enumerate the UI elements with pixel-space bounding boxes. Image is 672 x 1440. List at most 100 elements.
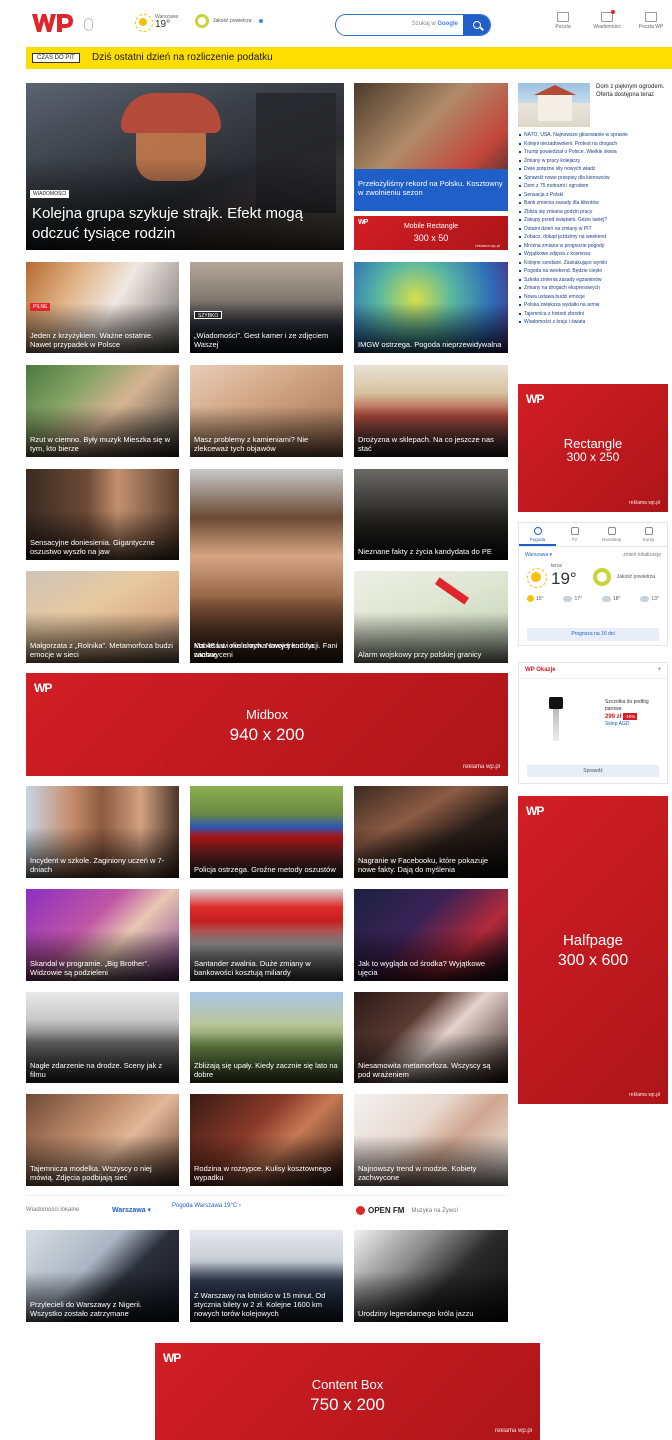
shop-next-button[interactable]: +	[657, 667, 661, 678]
ad-logo: WP	[526, 804, 544, 818]
sun-icon	[527, 567, 547, 588]
article-tile[interactable]: Przełożyliśmy rekord na Polsku. Kosztown…	[354, 83, 508, 211]
article-tile[interactable]: Nieznane fakty z życia kandydata do PE	[354, 469, 508, 560]
shop-widget: WP Okazje + Szczotka do podłóg parowa 29…	[518, 662, 668, 784]
article-tile[interactable]: Tajemnicza modelka. Wszyscy o niej mówią…	[26, 1094, 179, 1186]
article-tile[interactable]: Urodziny legendarnego króla jazzu	[354, 1230, 508, 1322]
news-list-item[interactable]: Zmiany na drogach ekspresowych	[518, 284, 668, 293]
article-tile[interactable]: Nagłe zdarzenie na drodze. Sceny jak z f…	[26, 992, 179, 1083]
header-link-news[interactable]: Wiadomości	[590, 10, 624, 30]
tab-horoscope[interactable]: Horoskop	[593, 523, 630, 546]
forecast-item: 13°	[640, 595, 659, 602]
news-list-item[interactable]: Zakupy przed świętami. Gdzie taniej?	[518, 216, 668, 225]
article-tile[interactable]: Masz problemy z kamieniami? Nie zlekcewa…	[190, 365, 343, 457]
change-location-link[interactable]: zmień lokalizację	[623, 552, 661, 558]
hero-article[interactable]: WIADOMOŚCI Kolejna grupa szykuje strajk.…	[26, 83, 344, 250]
forecast-row: 15° 17° 18° 13°	[519, 589, 667, 602]
news-list-item[interactable]: NATO, USA. Najnowsze głosowanie w sprawi…	[518, 131, 668, 140]
mobile-ad[interactable]: WP Mobile Rectangle 300 x 50 reklama wp.…	[354, 216, 508, 250]
article-tile[interactable]: Rodzina w rozsypce. Kulisy kosztownego w…	[190, 1094, 343, 1186]
sun-icon	[135, 14, 153, 32]
tab-rates[interactable]: Kursy	[630, 523, 667, 546]
article-tile[interactable]: Kobieta w okularach. Nowy trend na wiosn…	[190, 469, 343, 663]
news-list-item[interactable]: Sprawdź nowe przepisy dla kierowców	[518, 174, 668, 183]
news-list: NATO, USA. Najnowsze głosowanie w sprawi…	[518, 131, 668, 327]
location-selector[interactable]: Warszawa ▾	[525, 552, 552, 558]
city-selector[interactable]: Warszawa ▾	[112, 1206, 151, 1214]
news-list-item[interactable]: Bank zmienia zasady dla klientów	[518, 199, 668, 208]
midbox-ad[interactable]: WP Midbox 940 x 200 reklama wp.pl	[26, 673, 508, 776]
article-tile[interactable]: Najnowszy trend w modzie. Kobiety zachwy…	[354, 1094, 508, 1186]
article-tile[interactable]: Policja ostrzega. Groźne metody oszustów	[190, 786, 343, 878]
header-air-quality[interactable]: Jakość powietrza	[195, 14, 264, 28]
header-weather[interactable]: Warszawa 19°	[135, 14, 178, 32]
alert-text: Dziś ostatni dzień na rozliczenie podatk…	[92, 52, 273, 63]
breaking-alert-bar[interactable]: CZAS DO PIT Dziś ostatni dzień na rozlic…	[26, 47, 672, 69]
article-caption: Przełożyliśmy rekord na Polsku. Kosztown…	[358, 179, 503, 197]
news-list-item[interactable]: Dwie potężne siły nowych władz	[518, 165, 668, 174]
article-tile[interactable]: Niesamowita metamorfoza. Wszyscy są pod …	[354, 992, 508, 1083]
news-list-item[interactable]: Zobacz, dokąd jeździmy na weekend	[518, 233, 668, 242]
article-tile[interactable]: PILNE Jeden z krzyżykiem. Ważne ostatnie…	[26, 262, 179, 353]
forecast-item: 18°	[601, 595, 621, 602]
article-tile[interactable]: IMGW ostrzega. Pogoda nieprzewidywalna	[354, 262, 508, 353]
news-list-item[interactable]: Nowa ustawa budzi emocje	[518, 293, 668, 302]
news-list-item[interactable]: Dom z 75 metrami i ogrodem	[518, 182, 668, 191]
content-box-ad[interactable]: WP Content Box 750 x 200 reklama wp.pl	[155, 1343, 540, 1440]
open-fm-link[interactable]: OPEN FM Muzyka na Żywo!	[356, 1206, 458, 1215]
news-list-item[interactable]: Tajemnica z historii zbrodni	[518, 310, 668, 319]
shop-label: WP Okazje	[525, 667, 556, 673]
product-image[interactable]	[549, 697, 565, 741]
news-list-item[interactable]: Sensacja z Polski	[518, 191, 668, 200]
halfpage-ad[interactable]: WP Halfpage 300 x 600 reklama wp.pl	[518, 796, 668, 1104]
article-tile[interactable]: Jak to wygląda od środka? Wyjątkowe ujęc…	[354, 889, 508, 981]
air-quality-icon	[195, 14, 209, 28]
article-tile[interactable]: Małgorzata z „Rolnika”. Metamorfoza budz…	[26, 571, 179, 663]
news-list-item[interactable]: Kolejne sondaże. Zaskakujące wyniki	[518, 259, 668, 268]
article-tile[interactable]: Przylecieli do Warszawy z Nigerii. Wszys…	[26, 1230, 179, 1322]
article-tile[interactable]: Nagranie w Facebooku, które pokazuje now…	[354, 786, 508, 878]
rectangle-ad[interactable]: WP Rectangle 300 x 250 reklama wp.pl	[518, 384, 668, 512]
radio-icon	[356, 1206, 365, 1215]
article-tile[interactable]: Alarm wojskowy przy polskiej granicy	[354, 571, 508, 663]
article-tile[interactable]: Z Warszawy na lotnisko w 15 minut. Od st…	[190, 1230, 343, 1322]
cloud-icon	[640, 595, 650, 602]
article-tile[interactable]: SZYBKO „Wiadomości”. Gest kamer i ze zdj…	[190, 262, 343, 353]
news-list-item[interactable]: Wiadomości z kraju i świata	[518, 318, 668, 327]
article-tile[interactable]: Zbliżają się upały. Kiedy zacznie się la…	[190, 992, 343, 1083]
article-tile[interactable]: Incydent w szkole. Zaginiony uczeń w 7-d…	[26, 786, 179, 878]
article-tile[interactable]: Drożyzna w sklepach. Na co jeszcze nas s…	[354, 365, 508, 457]
forecast-button[interactable]: Prognoza na 16 dni	[527, 628, 659, 641]
promo-image[interactable]	[518, 83, 590, 127]
tab-weather[interactable]: Pogoda	[519, 523, 556, 546]
news-list-item[interactable]: Ostatni dzień na zmiany w PIT	[518, 225, 668, 234]
mail-icon	[557, 12, 569, 22]
header-link-mail[interactable]: Poczta	[546, 12, 580, 30]
news-list-item[interactable]: Kolejni niezadowoleni. Protest na drogac…	[518, 140, 668, 149]
news-list-item[interactable]: Szkoła zmienia zasady egzaminów	[518, 276, 668, 285]
wp-logo[interactable]	[30, 10, 76, 36]
house-illustration	[534, 85, 576, 121]
alert-tag: CZAS DO PIT	[32, 53, 80, 63]
local-news-label: Wiadomości lokalne	[26, 1207, 80, 1213]
news-list-item[interactable]: Polska zwiększa wydatki na armię	[518, 301, 668, 310]
promo-text[interactable]: Dom z pięknym ogrodem. Oferta dostępna t…	[596, 84, 668, 99]
article-tile[interactable]: Santander zwalnia. Duże zmiany w bankowo…	[190, 889, 343, 981]
check-offer-button[interactable]: Sprawdź	[527, 765, 659, 777]
search-button[interactable]	[463, 15, 490, 35]
product-info[interactable]: Szczotka do podłóg parowa 299 zł -10% Sk…	[605, 699, 665, 728]
news-list-item[interactable]: Trump powiedział o Polsce. Wielkie słowa	[518, 148, 668, 157]
news-list-item[interactable]: Zmiany w pracy kolejarzy	[518, 157, 668, 166]
news-list-item[interactable]: Zbliża się zmiana godzin pracy	[518, 208, 668, 217]
news-list-item[interactable]: Pogoda na weekend. Będzie ciepło	[518, 267, 668, 276]
article-tile[interactable]: Rzut w ciemno. Były muzyk Mieszka się w …	[26, 365, 179, 457]
article-tile[interactable]: Skandal w programie. „Big Brother”. Widz…	[26, 889, 179, 981]
ad-logo: WP	[526, 392, 544, 406]
local-weather-link[interactable]: Pogoda Warszawa 19°C ›	[172, 1202, 242, 1210]
news-list-item[interactable]: Mroźna zmiana w prognozie pogody	[518, 242, 668, 251]
header-link-wp-mail[interactable]: Poczta WP	[634, 12, 668, 30]
article-tile[interactable]: Sensacyjne doniesienia. Gigantyczne oszu…	[26, 469, 179, 560]
news-list-item[interactable]: Wyjątkowe zdjęcia z kosmosu	[518, 250, 668, 259]
tab-tv[interactable]: TV	[556, 523, 593, 546]
search-input[interactable]: Szukaj w Google	[335, 14, 491, 36]
